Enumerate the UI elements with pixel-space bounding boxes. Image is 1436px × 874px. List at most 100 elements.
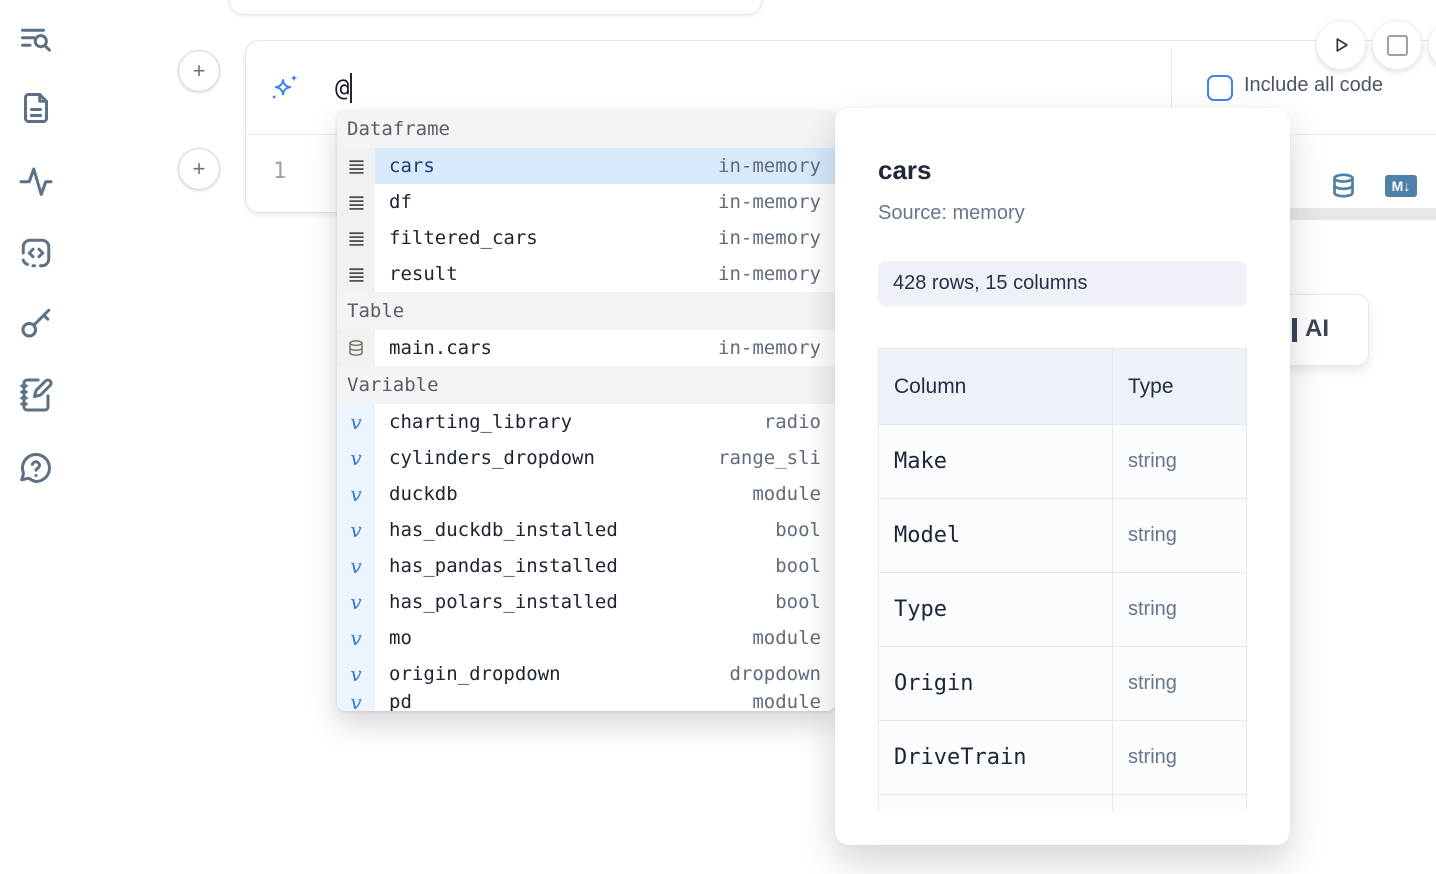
autocomplete-item[interactable]: filtered_cars in-memory bbox=[337, 220, 835, 256]
item-gutter bbox=[337, 148, 375, 184]
include-all-code-checkbox[interactable] bbox=[1207, 75, 1233, 101]
item-gutter bbox=[337, 256, 375, 292]
activity-icon[interactable] bbox=[18, 163, 54, 199]
preview-title: cars bbox=[878, 155, 1247, 186]
add-cell-button-bottom[interactable]: + bbox=[178, 148, 220, 190]
column-name: Model bbox=[879, 499, 1113, 573]
item-name: pd bbox=[389, 692, 412, 711]
schema-row: Originstring bbox=[879, 647, 1247, 721]
column-name: DriveTrain bbox=[879, 721, 1113, 795]
item-name: duckdb bbox=[389, 483, 458, 505]
column-type: string bbox=[1113, 425, 1247, 499]
item-name: origin_dropdown bbox=[389, 663, 561, 685]
cell-toolbar: M↓ bbox=[1330, 172, 1417, 199]
include-all-code-label: Include all code bbox=[1244, 74, 1383, 97]
variable-icon: v bbox=[350, 518, 361, 542]
column-type: string bbox=[1113, 721, 1247, 795]
item-type: bool bbox=[775, 519, 821, 541]
dataframe-icon bbox=[348, 230, 365, 247]
column-name: Type bbox=[879, 573, 1113, 647]
autocomplete-item[interactable]: vduckdbmodule bbox=[337, 476, 835, 512]
item-name: has_pandas_installed bbox=[389, 555, 618, 577]
stop-button[interactable] bbox=[1372, 20, 1422, 70]
item-name: result bbox=[389, 263, 458, 285]
item-type: range_sli bbox=[718, 447, 821, 469]
autocomplete-item[interactable]: v has_duckdb_installed bool bbox=[337, 512, 835, 548]
clipped-letter bbox=[1292, 318, 1297, 342]
column-type: string bbox=[1113, 647, 1247, 721]
schema-header-cell: Column bbox=[879, 349, 1113, 425]
item-name: df bbox=[389, 191, 412, 213]
item-type: bool bbox=[775, 591, 821, 613]
schema-row: Makestring bbox=[879, 425, 1247, 499]
item-gutter bbox=[337, 330, 375, 366]
autocomplete-item[interactable]: dfin-memory bbox=[337, 184, 835, 220]
autocomplete-item[interactable]: vpdmodule bbox=[337, 692, 835, 711]
item-name: filtered_cars bbox=[389, 227, 538, 249]
help-icon[interactable] bbox=[18, 450, 54, 486]
text-cursor bbox=[350, 73, 352, 103]
autocomplete-item[interactable]: v cylinders_dropdown range_sli bbox=[337, 440, 835, 476]
item-gutter: v bbox=[337, 692, 375, 711]
notebook-app: + + @ Include all code 1 bbox=[0, 0, 1436, 874]
add-cell-button-top[interactable]: + bbox=[178, 50, 220, 92]
scratchpad-icon[interactable] bbox=[18, 377, 54, 413]
column-type: string bbox=[1113, 573, 1247, 647]
autocomplete-item[interactable]: vmomodule bbox=[337, 620, 835, 656]
autocomplete-item[interactable]: main.carsin-memory bbox=[337, 330, 835, 366]
shape-badge: 428 rows, 15 columns bbox=[878, 261, 1247, 306]
code-cell-icon[interactable] bbox=[18, 235, 54, 271]
database-icon[interactable] bbox=[1330, 172, 1357, 199]
ai-prompt-input[interactable]: @ bbox=[335, 73, 352, 103]
dataframe-preview-panel: cars Source: memory 428 rows, 15 columns… bbox=[835, 108, 1290, 845]
item-type: in-memory bbox=[718, 337, 821, 359]
autocomplete-group-header: Variable bbox=[337, 366, 835, 404]
item-gutter: v bbox=[337, 584, 375, 620]
item-name: charting_library bbox=[389, 411, 572, 433]
item-name: mo bbox=[389, 627, 412, 649]
table-db-icon bbox=[347, 339, 365, 357]
column-name: Make bbox=[879, 425, 1113, 499]
run-button[interactable] bbox=[1316, 20, 1366, 70]
schema-header-row: ColumnType bbox=[879, 349, 1247, 425]
item-type: dropdown bbox=[729, 663, 821, 685]
item-type: in-memory bbox=[718, 227, 821, 249]
list-search-icon[interactable] bbox=[18, 22, 54, 58]
variable-icon: v bbox=[350, 590, 361, 614]
key-icon[interactable] bbox=[18, 305, 54, 341]
preview-source: Source: memory bbox=[878, 202, 1247, 225]
item-type: in-memory bbox=[718, 263, 821, 285]
schema-table: ColumnTypeMakestringModelstringTypestrin… bbox=[878, 348, 1247, 811]
stop-icon bbox=[1387, 35, 1408, 56]
item-gutter: v bbox=[337, 476, 375, 512]
schema-row-partial bbox=[879, 795, 1247, 812]
variable-icon: v bbox=[350, 662, 361, 686]
dataframe-icon bbox=[348, 194, 365, 211]
markdown-icon[interactable]: M↓ bbox=[1385, 175, 1417, 197]
item-gutter: v bbox=[337, 548, 375, 584]
autocomplete-item[interactable]: vhas_polars_installedbool bbox=[337, 584, 835, 620]
autocomplete-group-header: Dataframe bbox=[337, 110, 835, 148]
item-name: has_duckdb_installed bbox=[389, 519, 618, 541]
item-gutter: v bbox=[337, 656, 375, 692]
variable-icon: v bbox=[350, 446, 361, 470]
autocomplete-item[interactable]: result in-memory bbox=[337, 256, 835, 292]
item-gutter: v bbox=[337, 512, 375, 548]
schema-header-cell: Type bbox=[1113, 349, 1247, 425]
document-icon[interactable] bbox=[18, 90, 54, 126]
autocomplete-item[interactable]: vcharting_libraryradio bbox=[337, 404, 835, 440]
autocomplete-item[interactable]: vhas_pandas_installedbool bbox=[337, 548, 835, 584]
autocomplete-item[interactable]: carsin-memory bbox=[337, 148, 835, 184]
autocomplete-item[interactable]: v origin_dropdown dropdown bbox=[337, 656, 835, 692]
item-name: cylinders_dropdown bbox=[389, 447, 595, 469]
schema-row: DriveTrainstring bbox=[879, 721, 1247, 795]
item-type: module bbox=[752, 627, 821, 649]
item-type: radio bbox=[764, 411, 821, 433]
item-gutter bbox=[337, 184, 375, 220]
dataframe-icon bbox=[348, 158, 365, 175]
column-name: Origin bbox=[879, 647, 1113, 721]
ai-sparkle-icon bbox=[270, 72, 300, 102]
schema-row: Modelstring bbox=[879, 499, 1247, 573]
ai-card-label: AI bbox=[1305, 315, 1329, 343]
previous-cell-edge bbox=[229, 0, 762, 15]
